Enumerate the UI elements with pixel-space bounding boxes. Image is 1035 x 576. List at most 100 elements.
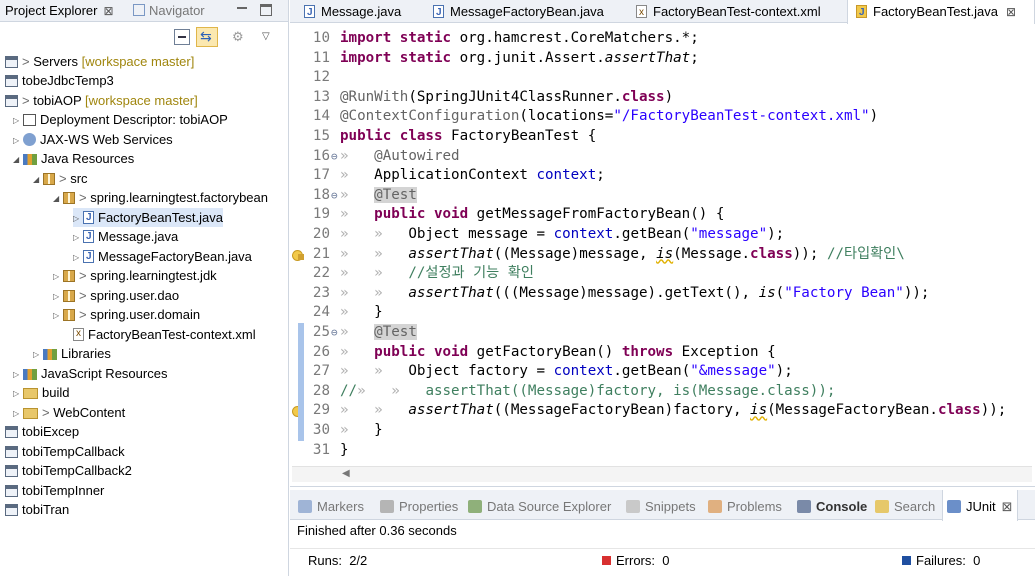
tree-item-package[interactable]: ▷ > spring.learningtest.jdk [53,266,217,285]
tab-navigator[interactable]: Navigator [133,0,205,22]
code-line: 10 import static org.hamcrest.CoreMatcher… [290,29,1035,49]
tree-item-project[interactable]: tobiTempCallback2 [5,461,132,480]
tree-item-web-services[interactable]: ▷ JAX-WS Web Services [13,130,173,149]
tab-console[interactable]: Console [797,490,867,520]
keyword: static [399,49,452,66]
tree-item-project[interactable]: tobeJdbcTemp3 [5,71,114,90]
sync-icon[interactable]: ⚙ [232,29,248,45]
tree-item-project[interactable]: tobiTran [5,500,69,519]
line-number: 22 [312,265,330,282]
scroll-left-icon[interactable]: ◀ [342,468,350,479]
tab-message-factory-bean[interactable]: MessageFactoryBean.java [425,0,604,24]
tab-search[interactable]: Search [875,490,935,520]
project-icon [5,485,18,497]
tree-label: tobiAOP [33,93,82,108]
close-icon[interactable]: ⊠ [1006,5,1016,19]
tree-item-folder[interactable]: ▷ build [13,383,69,402]
deprecated-method: is [750,402,768,419]
fold-icon[interactable]: ⊖ [331,323,338,343]
tree-item-src[interactable]: ◢ > src [33,169,88,188]
code-text: Object [408,363,469,380]
keyword: void [433,343,469,360]
tree-item-deployment-descriptor[interactable]: ▷ Deployment Descriptor: tobiAOP [13,110,228,129]
collapse-all-icon[interactable] [174,29,190,45]
expand-arrow-icon[interactable]: ▷ [53,306,63,325]
line-number: 26 [312,343,330,360]
collapse-arrow-icon[interactable]: ◢ [33,170,43,189]
expand-arrow-icon[interactable]: ▷ [13,365,23,384]
keyword: import [340,49,392,66]
tree-item-project[interactable]: > tobiAOP [workspace master] [5,91,198,110]
failures-value: 0 [973,553,981,568]
expand-arrow-icon[interactable]: ▷ [73,248,83,267]
close-icon[interactable]: ⊠ [103,4,113,18]
line-number: 27 [312,363,330,380]
code-line: 14 @ContextConfiguration(locations="/Fact… [290,107,1035,127]
junit-status: Finished after 0.36 seconds [297,523,457,538]
link-with-editor-icon[interactable] [196,27,218,47]
tab-project-explorer-label: Project Explorer [5,3,98,18]
tree-item-package[interactable]: ▷ > spring.user.dao [53,286,179,305]
tab-data-source-explorer[interactable]: Data Source Explorer [468,490,611,520]
code-area[interactable]: 10 import static org.hamcrest.CoreMatcher… [290,29,1035,464]
tab-junit[interactable]: JUnit ⊠ [942,490,1018,521]
expand-arrow-icon[interactable]: ▷ [73,209,83,228]
field-name: context [553,226,614,242]
expand-arrow-icon[interactable]: ▷ [33,345,43,364]
failures-counter: Failures: 0 [902,553,980,568]
tree-item-libraries[interactable]: ▷ Libraries [33,344,111,363]
tree-item-javascript-resources[interactable]: ▷ JavaScript Resources [13,364,167,383]
tree-item-selected-file[interactable]: ▷ FactoryBeanTest.java [73,208,224,228]
tab-message-java[interactable]: Message.java [296,0,401,24]
tree-label: JAX-WS Web Services [40,132,173,147]
tree-item-servers[interactable]: > Servers [workspace master] [5,52,194,71]
minimize-icon[interactable] [236,4,248,16]
tree-item-file[interactable]: FactoryBeanTest-context.xml [73,324,256,344]
java-file-icon [304,1,315,24]
code-text: getFactoryBean() [468,343,622,360]
tree-item-project[interactable]: tobiTempCallback [5,442,125,461]
tab-context-xml[interactable]: FactoryBeanTest-context.xml [628,0,821,24]
view-menu-icon[interactable]: ▽ [262,31,278,47]
horizontal-scrollbar[interactable]: ◀ [292,466,1032,482]
code-text: org.junit.Assert. [451,49,605,66]
tree-item-java-resources[interactable]: ◢ Java Resources [13,149,134,168]
collapse-arrow-icon[interactable]: ◢ [13,150,23,169]
tree-item-file[interactable]: ▷ MessageFactoryBean.java [73,247,252,266]
collapse-arrow-icon[interactable]: ◢ [53,189,63,208]
tab-project-explorer[interactable]: Project Explorer ⊠ [5,0,114,22]
tree-item-package[interactable]: ▷ > spring.user.domain [53,305,200,324]
tree-item-project[interactable]: tobiExcep [5,422,79,441]
tab-markers[interactable]: Markers [298,490,364,520]
maximize-icon[interactable] [260,4,272,16]
expand-arrow-icon[interactable]: ▷ [13,384,23,403]
expand-arrow-icon[interactable]: ▷ [53,287,63,306]
junit-counters: Runs: 2/2 Errors: 0 Failures: 0 [290,548,1035,574]
tree-item-folder[interactable]: ▷ > WebContent [13,403,125,422]
tree-label: tobiTempCallback [22,444,125,459]
code-line: 24» } [290,303,1035,323]
tab-snippets[interactable]: Snippets [626,490,696,520]
bottom-view-tabs: Markers Properties Data Source Explorer … [290,490,1035,521]
package-icon [63,270,75,282]
expand-arrow-icon[interactable]: ▷ [53,267,63,286]
line-number: 23 [312,284,330,301]
expand-arrow-icon[interactable]: ▷ [13,131,23,150]
tab-factory-bean-test-active[interactable]: FactoryBeanTest.java ⊠ [847,0,1035,24]
tree-item-file[interactable]: ▷ Message.java [73,227,178,246]
expand-arrow-icon[interactable]: ▷ [73,228,83,247]
tree-item-package[interactable]: ◢ > spring.learningtest.factorybean [53,188,268,207]
code-text: org.hamcrest.CoreMatchers.*; [451,30,699,46]
code-text: factory [468,363,528,380]
close-icon[interactable]: ⊠ [1002,499,1013,514]
code-text: ) [664,88,674,105]
fold-icon[interactable]: ⊖ [331,186,338,206]
fold-icon[interactable]: ⊖ [331,147,338,167]
markers-icon [298,500,312,513]
tab-problems[interactable]: Problems [708,490,782,520]
expand-arrow-icon[interactable]: ▷ [13,111,23,130]
tree-item-project[interactable]: tobiTempInner [5,481,104,500]
tab-properties[interactable]: Properties [380,490,458,520]
expand-arrow-icon[interactable]: ▷ [13,404,23,423]
runs-value: 2/2 [349,553,368,568]
